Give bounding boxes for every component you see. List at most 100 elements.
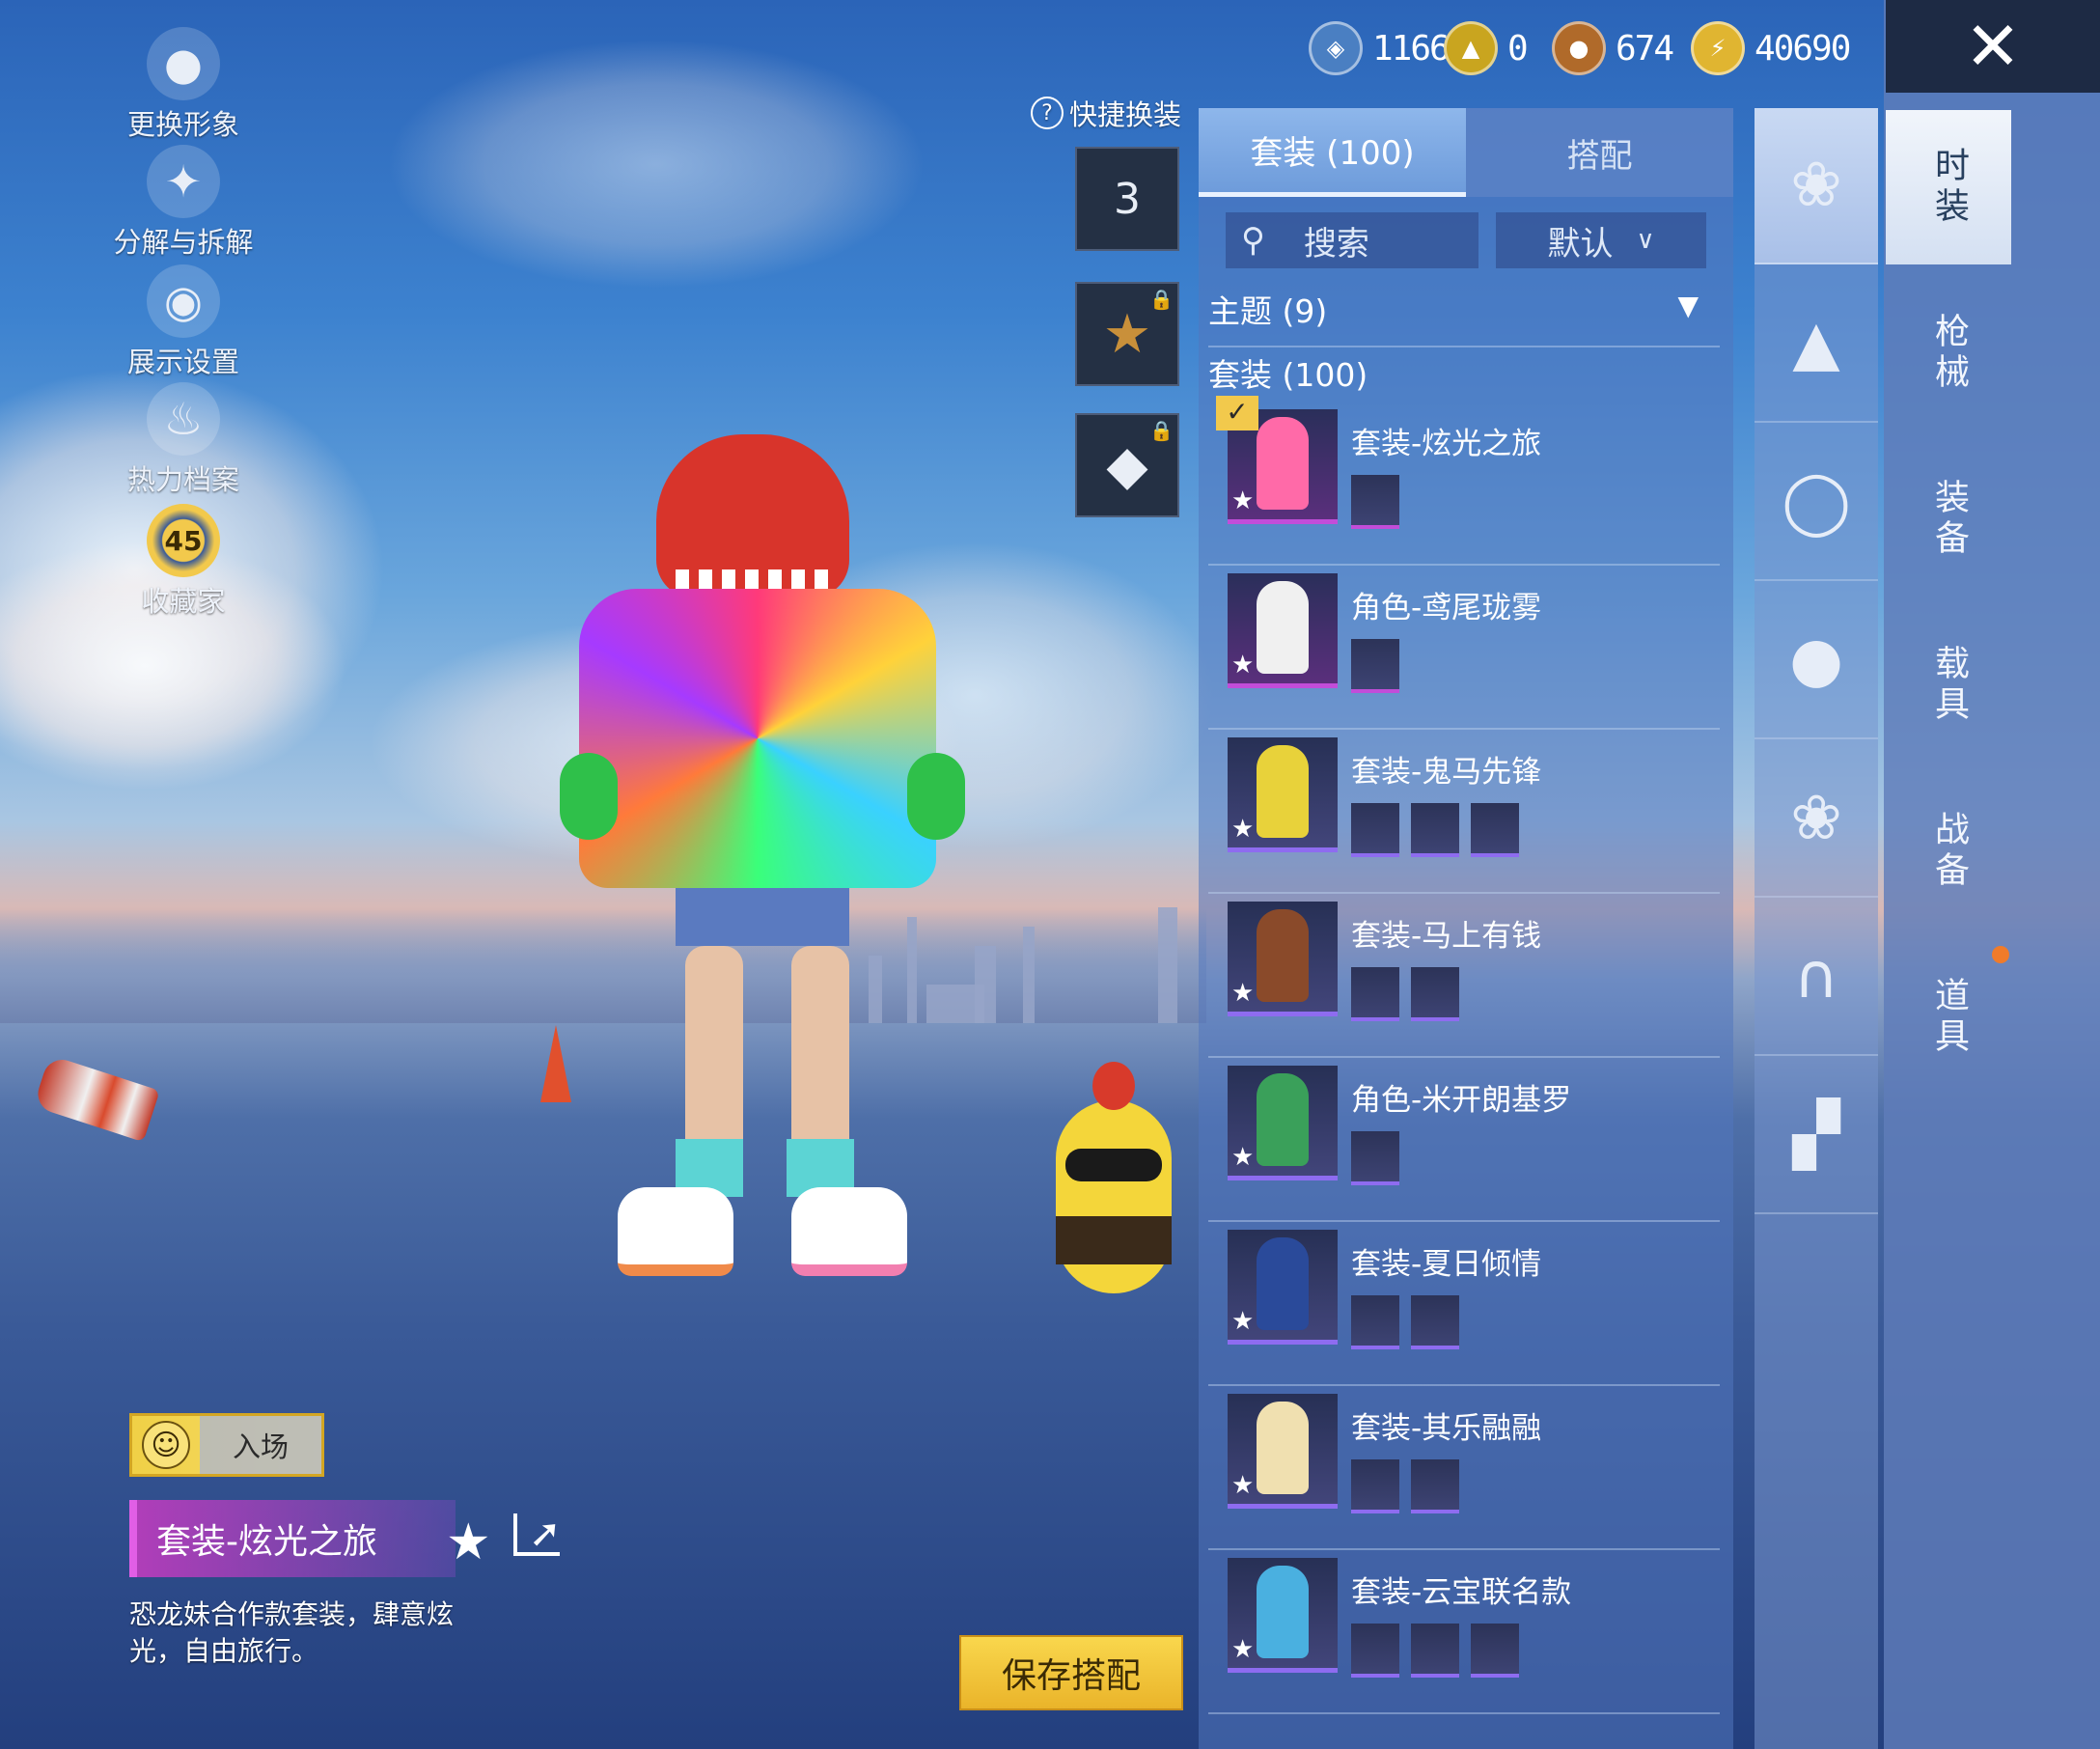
outfit-list-item[interactable]: ★ ✓ 套装-炫光之旅 (1208, 396, 1720, 566)
outfit-part-thumbnail[interactable] (1411, 803, 1459, 857)
collector-button[interactable]: 45 收藏家 (97, 504, 270, 620)
currency-value: 0 (1507, 28, 1529, 69)
silver-coin-icon: ◈ (1309, 21, 1363, 75)
star-icon: ★ (1231, 1635, 1255, 1664)
display-settings-label: 展示设置 (126, 346, 239, 378)
tab-match[interactable]: 搭配 (1466, 108, 1733, 197)
tab-fashion[interactable]: 时装 (1886, 110, 2011, 264)
pet-chick[interactable] (1036, 1062, 1191, 1313)
outfit-part-thumbnail[interactable] (1411, 1624, 1459, 1678)
tab-equipment[interactable]: 装备 (1886, 442, 2011, 597)
category-column: ❀ ▲ ◯ ● ❀ ∩ ▞ (1755, 108, 1878, 1749)
quick-change-label[interactable]: ? 快捷换装 (1031, 93, 1181, 133)
outfit-part-thumbnail[interactable] (1351, 475, 1399, 529)
outfit-list-item[interactable]: ★ 套装-鬼马先锋 (1208, 728, 1720, 894)
heat-profile-label: 热力档案 (126, 463, 239, 496)
theme-section-label: 主题 (9) (1208, 292, 1328, 330)
outfit-list-item[interactable]: ★ 角色-米开朗基罗 (1208, 1056, 1720, 1222)
star-icon: ★ (1231, 815, 1255, 844)
category-hat[interactable]: ▲ (1755, 266, 1878, 423)
outfit-part-thumbnail[interactable] (1351, 967, 1399, 1021)
notification-dot (1992, 946, 2009, 963)
category-mask[interactable]: ● (1755, 583, 1878, 739)
theme-section-header[interactable]: 主题 (9) ▼ (1208, 286, 1720, 347)
category-outfit-set-2[interactable]: ❀ (1755, 741, 1878, 898)
lock-icon: 🔒 (1149, 288, 1174, 311)
currency-bp[interactable]: ⚡ 40690 (1691, 21, 1851, 75)
bronze-coin-icon: ● (1552, 21, 1606, 75)
tab-supplies[interactable]: 战备 (1886, 774, 2011, 929)
entrance-label: 入场 (200, 1416, 321, 1474)
outfit-figure (1257, 1566, 1309, 1658)
category-glasses[interactable]: ◯ (1755, 425, 1878, 581)
mask-icon: ● (1789, 625, 1843, 696)
outfit-list-item[interactable]: ★ 套装-其乐融融 (1208, 1384, 1720, 1550)
main-category-tabs: 时装 枪械 装备 载具 战备 道具 (1884, 0, 2100, 1749)
outfit-part-thumbnail[interactable] (1351, 803, 1399, 857)
help-icon: ? (1031, 97, 1064, 129)
currency-value: 1166 (1372, 28, 1451, 69)
lock-icon: 🔒 (1149, 419, 1174, 442)
trophy-icon: ★ (1102, 302, 1152, 366)
cap-icon: ▲ (1792, 308, 1840, 379)
save-outfit-button[interactable]: 保存搭配 (959, 1635, 1183, 1710)
outfit-thumbnail: ★ (1228, 902, 1338, 1016)
tab-weapons[interactable]: 枪械 (1886, 276, 2011, 430)
currency-silver[interactable]: ◈ 1166 (1309, 21, 1451, 75)
search-input[interactable]: ⚲ 搜索 (1226, 212, 1478, 268)
category-pants[interactable]: ∩ (1755, 900, 1878, 1056)
outfit-part-thumbnail[interactable] (1351, 639, 1399, 693)
wardrobe-slot-button[interactable]: 3 (1075, 147, 1179, 251)
diamond-button[interactable]: ◆ 🔒 (1075, 413, 1179, 517)
heat-profile-button[interactable]: ♨ 热力档案 (97, 382, 270, 498)
hanger-icon: 3 (1114, 174, 1141, 224)
currency-ag[interactable]: ▲ 0 (1444, 21, 1529, 75)
outfit-title-bar: 套装-炫光之旅 (129, 1500, 456, 1577)
outfit-figure (1257, 1237, 1309, 1330)
entrance-emote-button[interactable]: ☺ 入场 (129, 1413, 324, 1477)
outfit-list-item[interactable]: ★ 套装-马上有钱 (1208, 892, 1720, 1058)
outfit-part-thumbnail[interactable] (1411, 1295, 1459, 1349)
favorite-star-icon[interactable]: ★ (446, 1513, 491, 1571)
outfit-part-thumbnail[interactable] (1471, 1624, 1519, 1678)
outfit-list-item[interactable]: ★ 角色-鸢尾珑雾 (1208, 564, 1720, 730)
change-avatar-button[interactable]: ● 更换形象 (97, 27, 270, 143)
decompose-button[interactable]: ✦ 分解与拆解 (97, 145, 270, 261)
sort-dropdown[interactable]: 默认 ∨ (1496, 212, 1706, 268)
outfit-part-thumbnail[interactable] (1411, 967, 1459, 1021)
outfit-list-item[interactable]: ★ 套装-夏日倾情 (1208, 1220, 1720, 1386)
outfit-figure (1257, 1402, 1309, 1494)
outfit-section-header: 套装 (100) (1208, 356, 1368, 394)
share-arrow-icon: ➚ (529, 1512, 562, 1556)
outfit-set-icon: ❀ (1790, 150, 1842, 221)
outfit-part-thumbnail[interactable] (1351, 1295, 1399, 1349)
star-icon: ★ (1231, 1471, 1255, 1500)
equipped-check-icon: ✓ (1216, 396, 1258, 430)
outfit-name: 套装-马上有钱 (1351, 919, 1542, 954)
outfit-list-item[interactable]: ★ 套装-云宝联名款 (1208, 1548, 1720, 1714)
currency-bronze[interactable]: ● 674 (1552, 21, 1674, 75)
category-boots[interactable]: ▞ (1755, 1058, 1878, 1214)
outfit-name: 角色-米开朗基罗 (1351, 1083, 1572, 1118)
search-placeholder: 搜索 (1303, 224, 1369, 264)
traffic-cone (33, 1054, 160, 1143)
decompose-label: 分解与拆解 (113, 226, 254, 259)
outfit-part-thumbnail[interactable] (1411, 1459, 1459, 1513)
category-outfit-set[interactable]: ❀ (1755, 108, 1878, 264)
ag-coin-icon: ▲ (1444, 21, 1498, 75)
close-button[interactable]: ✕ (1886, 0, 2100, 93)
collector-badge-icon: 45 (147, 504, 220, 577)
display-settings-button[interactable]: ◉ 展示设置 (97, 264, 270, 380)
outfit-part-thumbnail[interactable] (1351, 1131, 1399, 1185)
outfit-part-thumbnail[interactable] (1471, 803, 1519, 857)
character-model[interactable] (540, 434, 965, 1303)
tab-items[interactable]: 道具 (1886, 940, 2011, 1095)
outfit-set-icon: ❀ (1790, 783, 1842, 854)
outfit-part-thumbnail[interactable] (1351, 1459, 1399, 1513)
outfit-title: 套装-炫光之旅 (156, 1522, 377, 1562)
outfit-part-thumbnail[interactable] (1351, 1624, 1399, 1678)
trophy-button[interactable]: ★ 🔒 (1075, 282, 1179, 386)
tab-vehicles[interactable]: 载具 (1886, 608, 2011, 763)
star-icon: ★ (1231, 1307, 1255, 1336)
tab-outfit[interactable]: 套装 (100) (1199, 108, 1466, 197)
